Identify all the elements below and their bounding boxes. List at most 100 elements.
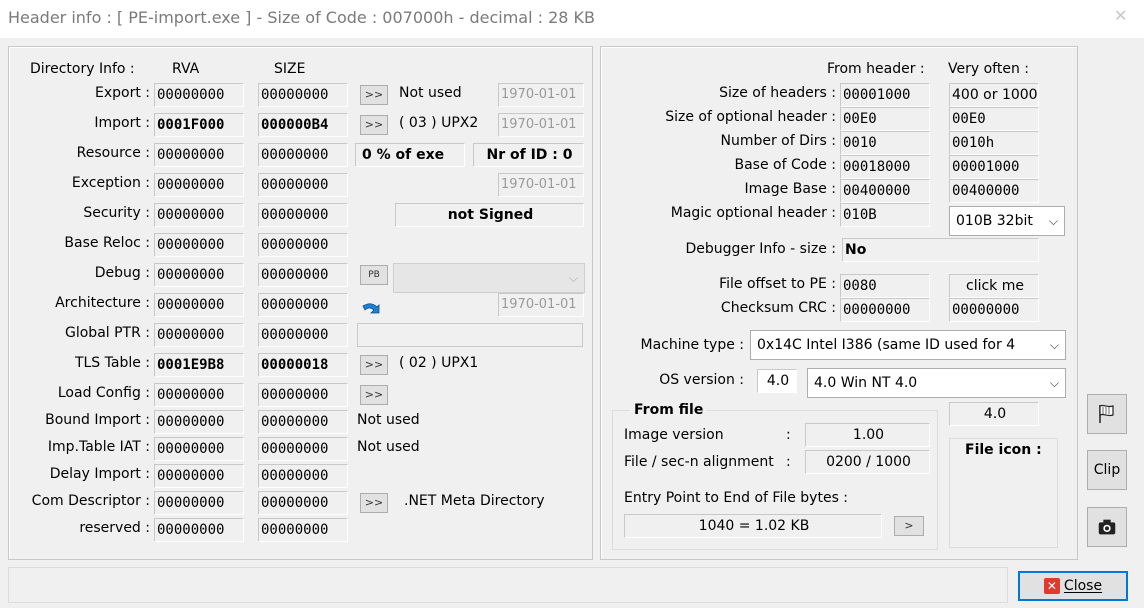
dir-row-rva: 00000000 [154, 323, 244, 347]
close-button-label: Close [1063, 578, 1103, 594]
image-base-value: 00400000 [840, 179, 930, 203]
dir-row-rva: 00000000 [154, 293, 244, 317]
debugger-info-value: No [842, 238, 1039, 262]
dir-row-size: 00000000 [258, 323, 348, 347]
os-version-label: OS version : [659, 372, 744, 388]
dir-row-size: 00000000 [258, 263, 348, 287]
clip-button-label: Clip [1093, 462, 1121, 478]
dir-row-label: reserved : [79, 520, 150, 536]
machine-type-combo[interactable]: 0x14C Intel I386 (same ID used for 4 ⌵ [750, 330, 1066, 360]
very-often-heading: Very often : [948, 61, 1029, 77]
resource-nr-of-id: Nr of ID : 0 [473, 143, 584, 167]
dir-row-rva: 0001F000 [154, 113, 244, 137]
click-me-button[interactable]: click me [949, 274, 1039, 298]
dir-row-label: Bound Import : [45, 412, 150, 428]
size-optional-header-value: 00E0 [840, 107, 930, 131]
size-of-headers-often: 400 or 1000 [949, 83, 1039, 107]
dir-row-rva: 00000000 [154, 518, 244, 542]
dir-row-label: Resource : [76, 145, 150, 161]
size-of-headers-label: Size of headers : [719, 85, 836, 101]
base-of-code-often: 00001000 [949, 155, 1039, 179]
dir-row-detail-button[interactable]: >> [360, 115, 388, 135]
close-x-icon: ✕ [1043, 578, 1060, 594]
dir-row-extra: Not used [357, 412, 420, 428]
dir-row-rva: 00000000 [154, 491, 244, 515]
debug-pb-button[interactable]: PB [360, 265, 388, 285]
dir-row-size: 00000000 [258, 491, 348, 515]
dir-row-label: Global PTR : [65, 325, 150, 341]
close-button[interactable]: ✕ Close [1018, 571, 1128, 601]
dir-row-detail-button[interactable]: >> [360, 385, 388, 405]
image-version-colon: : [786, 427, 791, 443]
dir-row-rva: 00000000 [154, 464, 244, 488]
machine-type-label: Machine type : [640, 337, 745, 353]
close-window-icon[interactable]: ✕ [1114, 8, 1130, 24]
screenshot-button[interactable] [1087, 507, 1127, 547]
dir-row-label: Com Descriptor : [31, 493, 150, 509]
file-offset-pe-value: 0080 [840, 274, 930, 298]
clip-button[interactable]: Clip [1087, 450, 1127, 490]
dir-row-size: 00000000 [258, 83, 348, 107]
dir-row-size: 00000000 [258, 437, 348, 461]
dir-row-detail-button[interactable]: >> [360, 493, 388, 513]
dir-row-label: TLS Table : [74, 355, 150, 371]
dir-row-size: 000000B4 [258, 113, 348, 137]
entry-point-button[interactable]: > [894, 516, 924, 536]
machine-type-value: 0x14C Intel I386 (same ID used for 4 [757, 337, 1016, 353]
dir-row-detail-button[interactable]: >> [360, 85, 388, 105]
alignment-value: 0200 / 1000 [805, 450, 930, 474]
checksum-crc-value: 00000000 [840, 298, 930, 322]
security-signed-status: not Signed [395, 203, 584, 227]
dir-row-label: Delay Import : [49, 466, 150, 482]
dir-row-rva: 00000000 [154, 203, 244, 227]
dir-row-rva: 00000000 [154, 143, 244, 167]
dir-row-size: 00000000 [258, 383, 348, 407]
dir-row-size: 00000000 [258, 143, 348, 167]
dir-row-rva: 00000000 [154, 233, 244, 257]
chevron-down-icon: ⌵ [1049, 338, 1059, 352]
dir-row-label: Load Config : [57, 385, 150, 401]
size-of-headers-value: 00001000 [840, 83, 930, 107]
version-box: 4.0 [949, 402, 1039, 426]
image-version-value: 1.00 [805, 423, 930, 447]
from-file-heading: From file [630, 402, 708, 418]
os-version-value: 4.0 Win NT 4.0 [814, 375, 918, 391]
dir-row-date: 1970-01-01 [498, 83, 584, 107]
dir-row-extra: Not used [399, 85, 462, 101]
dir-row-rva: 00000000 [154, 173, 244, 197]
magic-combo[interactable]: 010B 32bit ⌵ [949, 206, 1065, 236]
architecture-arrow-icon[interactable] [360, 300, 382, 324]
file-offset-pe-label: File offset to PE : [719, 276, 836, 292]
dir-row-size: 00000000 [258, 233, 348, 257]
file-icon-label: File icon : [965, 442, 1042, 458]
dir-row-rva: 00000000 [154, 437, 244, 461]
number-of-dirs-value: 0010 [840, 131, 930, 155]
from-header-heading: From header : [827, 61, 925, 77]
dir-row-date: 1970-01-01 [498, 113, 584, 137]
dir-row-detail-button[interactable]: >> [360, 355, 388, 375]
size-optional-header-label: Size of optional header : [665, 109, 836, 125]
chevron-down-icon: ⌵ [568, 271, 578, 285]
os-version-combo[interactable]: 4.0 Win NT 4.0 ⌵ [807, 368, 1066, 398]
dir-row-size: 00000000 [258, 410, 348, 434]
dir-row-date: 1970-01-01 [498, 293, 584, 317]
checksum-crc-label: Checksum CRC : [720, 300, 836, 316]
dir-row-size: 00000000 [258, 203, 348, 227]
os-version-short: 4.0 [757, 369, 797, 393]
base-of-code-label: Base of Code : [734, 157, 837, 173]
debug-combo[interactable]: ⌵ [393, 263, 585, 293]
image-base-often: 00400000 [949, 179, 1039, 203]
dir-row-extra: .NET Meta Directory [404, 493, 545, 509]
magic-optional-header-value: 010B [840, 203, 930, 227]
dir-row-rva: 00000000 [154, 410, 244, 434]
dir-row-size: 00000000 [258, 518, 348, 542]
camera-icon [1098, 519, 1116, 535]
dir-row-label: Export : [95, 85, 150, 101]
window-title: Header info : [ PE-import.exe ] - Size o… [8, 8, 596, 27]
global-ptr-field [357, 323, 583, 347]
dir-row-label: Imp.Table IAT : [47, 439, 150, 455]
chevron-down-icon: ⌵ [1048, 214, 1058, 228]
flag-button[interactable] [1087, 394, 1127, 434]
dir-row-label: Architecture : [55, 295, 150, 311]
flag-icon [1099, 404, 1114, 423]
